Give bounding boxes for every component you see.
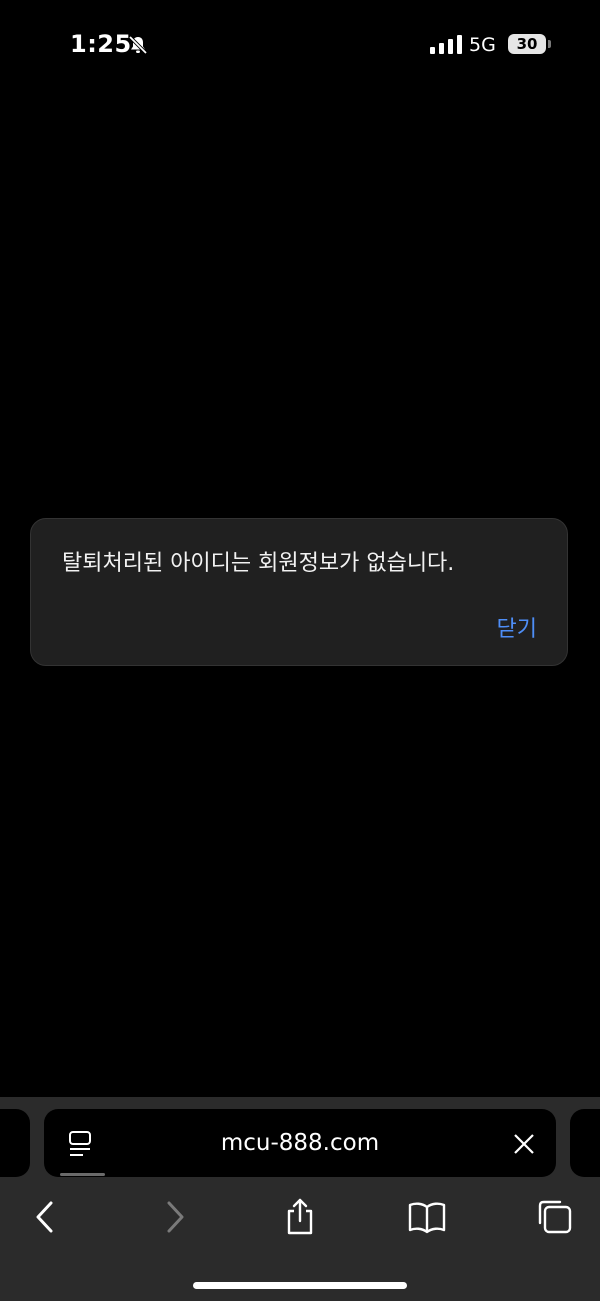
page-menu-icon[interactable]: [68, 1130, 94, 1158]
bookmarks-icon[interactable]: [405, 1197, 449, 1237]
next-tab-preview[interactable]: [570, 1109, 600, 1177]
browser-bottom-bar: mcu-888.com: [0, 1097, 600, 1301]
back-icon[interactable]: [24, 1197, 68, 1237]
network-type: 5G: [469, 34, 496, 56]
forward-icon[interactable]: [152, 1197, 196, 1237]
clear-url-icon[interactable]: [512, 1132, 536, 1156]
alert-dialog: 탈퇴처리된 아이디는 회원정보가 없습니다. 닫기: [30, 518, 568, 666]
cellular-signal-icon: [430, 35, 462, 54]
alert-message: 탈퇴처리된 아이디는 회원정보가 없습니다.: [62, 551, 455, 576]
page-load-progress: [60, 1173, 105, 1176]
share-icon[interactable]: [278, 1197, 322, 1237]
home-indicator[interactable]: [193, 1282, 407, 1289]
tabs-icon[interactable]: [532, 1197, 576, 1237]
url-text[interactable]: mcu-888.com: [44, 1109, 556, 1177]
address-bar[interactable]: mcu-888.com: [44, 1109, 556, 1177]
battery-icon: 30: [508, 34, 552, 56]
status-time: 1:25: [70, 30, 132, 58]
bell-slash-icon: [128, 35, 148, 55]
status-bar: 1:25 5G 30: [0, 0, 600, 90]
alert-close-button[interactable]: 닫기: [497, 611, 537, 643]
battery-level: 30: [516, 35, 538, 53]
previous-tab-preview[interactable]: [0, 1109, 30, 1177]
